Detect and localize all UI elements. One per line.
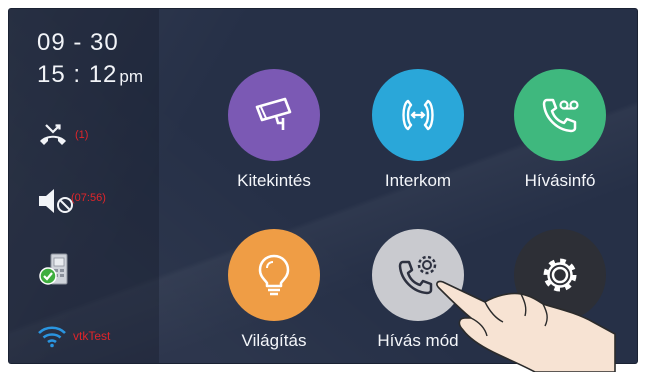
app-vilagitas[interactable]: Világítás [204, 229, 344, 351]
app-hivas-mod[interactable]: Hívás mód [348, 229, 488, 351]
mute-timer: (07:56) [71, 192, 106, 204]
app-kitekintes[interactable]: Kitekintés [204, 69, 344, 191]
light-bulb-icon [228, 229, 320, 321]
mute-status[interactable]: (07:56) [37, 187, 106, 215]
app-label: Interkom [384, 171, 452, 190]
missed-call-icon [40, 124, 66, 145]
settings-gear-icon [514, 229, 606, 321]
app-label: Hívásinfó [524, 171, 596, 190]
app-label: sok [566, 331, 594, 350]
intercom-screen: 09 - 30 15 : 12 pm (1) (07:56) vtkTest K… [9, 9, 637, 363]
date-display: 09 - 30 [37, 29, 119, 56]
app-label: Világítás [241, 331, 307, 350]
intercom-arrows-icon [372, 69, 464, 161]
missed-calls-status[interactable]: (1) [37, 122, 88, 148]
time-display: 15 : 12 pm [37, 61, 143, 89]
voicemail-phone-icon [514, 69, 606, 161]
call-settings-icon [372, 229, 464, 321]
app-label: Kitekintés [237, 171, 311, 190]
app-hivasinfo[interactable]: Hívásinfó [490, 69, 630, 191]
time-ampm: pm [119, 67, 144, 86]
wifi-icon [38, 326, 66, 348]
missed-calls-count: (1) [75, 129, 89, 141]
app-interkom[interactable]: Interkom [348, 69, 488, 191]
wifi-status[interactable]: vtkTest [37, 324, 110, 348]
time-value: 15 : 12 [37, 61, 118, 88]
cctv-camera-icon [228, 69, 320, 161]
wifi-network-name: vtkTest [73, 329, 111, 343]
device-status[interactable] [37, 251, 73, 287]
app-beallitasok[interactable]: sok [490, 229, 630, 351]
app-label: Hívás mód [377, 331, 459, 350]
door-station-ok-icon [39, 253, 68, 285]
